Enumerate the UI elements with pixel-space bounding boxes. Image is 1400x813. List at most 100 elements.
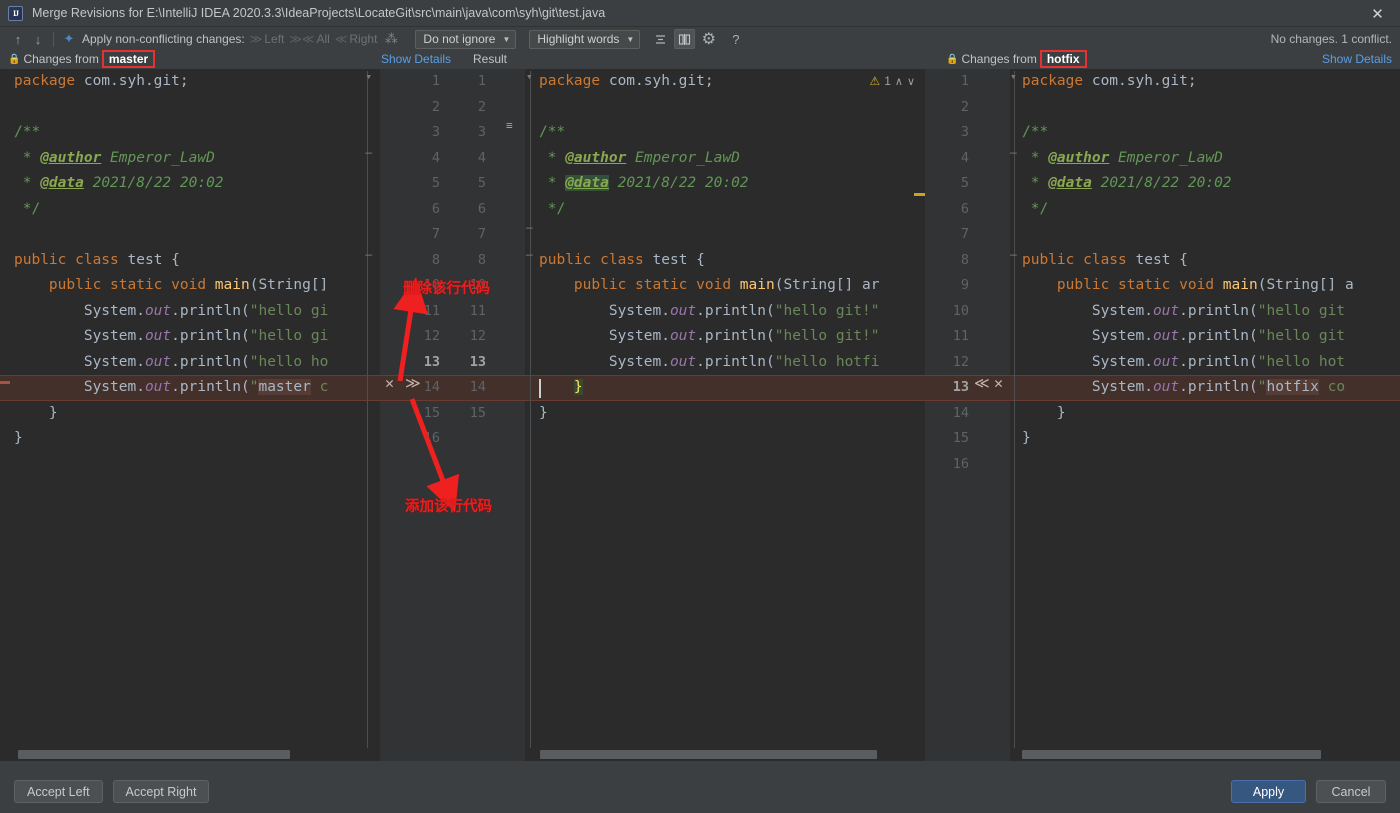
code-line: /** bbox=[14, 120, 328, 146]
intellij-logo-icon: IJ bbox=[8, 5, 23, 21]
fold-marker-icon[interactable]: ▾ bbox=[1010, 70, 1017, 83]
code-token: out bbox=[1152, 379, 1180, 395]
code-token: public static void bbox=[573, 277, 740, 293]
result-hscroll-thumb[interactable] bbox=[540, 750, 877, 759]
left-changes-from-label: Changes from bbox=[23, 52, 99, 66]
apply-all-label: All bbox=[316, 32, 330, 46]
code-line: public class test { bbox=[14, 248, 328, 274]
fold-marker-icon[interactable]: ▾ bbox=[526, 70, 533, 83]
line-number: 1 bbox=[477, 73, 486, 89]
next-warning-icon[interactable]: ∨ bbox=[907, 75, 915, 88]
code-line: * @author Emperor_LawD bbox=[14, 146, 328, 172]
left-pane-line-numbers: 1 2 3 4 5 6 7 8 10 11 12 13 14 15 16 bbox=[402, 69, 440, 452]
left-result-gutter: 1 2 3 4 5 6 7 8 10 11 12 13 14 15 16 1 2 3 4 5 6 7 8 10 11 12 13 1… bbox=[380, 69, 525, 761]
code-line: * @data 2021/8/22 20:02 bbox=[1022, 171, 1354, 197]
code-token: } bbox=[539, 404, 548, 421]
line-number: 15 bbox=[469, 404, 486, 421]
revert-left-change-icon[interactable]: ✕ bbox=[385, 374, 394, 392]
right-code-text: package com.syh.git; /** * @author Emper… bbox=[1022, 69, 1354, 452]
result-show-details-link[interactable]: Show Details bbox=[381, 49, 451, 69]
fold-marker-icon[interactable]: ─ bbox=[1010, 147, 1017, 160]
gear-icon[interactable]: ⚙ bbox=[698, 29, 719, 49]
result-fold-rail bbox=[530, 71, 531, 759]
right-show-details-link[interactable]: Show Details bbox=[1322, 49, 1392, 69]
code-token: main bbox=[739, 277, 775, 293]
line-number: 16 bbox=[952, 455, 969, 472]
fold-marker-icon[interactable]: ─ bbox=[365, 147, 372, 160]
code-token: out bbox=[144, 353, 172, 370]
fold-marker-icon[interactable]: ─ bbox=[526, 249, 533, 262]
code-line: } bbox=[539, 401, 880, 427]
fold-marker-icon[interactable]: ▾ bbox=[365, 70, 372, 83]
code-token: Emperor_LawD bbox=[1109, 149, 1223, 166]
merge-revisions-window: IJ Merge Revisions for E:\IntelliJ IDEA … bbox=[0, 0, 1400, 813]
code-line: /** bbox=[539, 120, 880, 146]
line-number: 6 bbox=[960, 200, 969, 217]
code-token: } bbox=[1022, 404, 1066, 421]
apply-left-button[interactable]: ≫ Left bbox=[250, 32, 285, 46]
show-diff-in-columns-icon[interactable] bbox=[674, 29, 696, 49]
code-token: System. bbox=[539, 328, 670, 344]
line-number: 13 bbox=[469, 353, 486, 370]
previous-warning-icon[interactable]: ∧ bbox=[895, 75, 903, 88]
apply-right-button[interactable]: ≪ Right bbox=[335, 32, 378, 46]
code-token: out bbox=[144, 328, 172, 344]
ignore-policy-select[interactable]: Do not ignore ▼ bbox=[415, 29, 517, 49]
code-token: Emperor_LawD bbox=[101, 149, 215, 166]
accept-left-button[interactable]: Accept Left bbox=[14, 780, 103, 803]
code-token: System. bbox=[539, 353, 670, 370]
code-token: (String[] ar bbox=[774, 277, 880, 293]
apply-right-change-icon[interactable]: ≪ bbox=[974, 374, 990, 392]
accept-right-button[interactable]: Accept Right bbox=[112, 780, 210, 803]
code-token: out bbox=[669, 328, 697, 344]
chevron-down-icon: ▼ bbox=[626, 34, 635, 44]
code-token: * bbox=[539, 149, 566, 166]
revert-right-change-icon[interactable]: ✕ bbox=[994, 374, 1003, 392]
right-branch-name: hotfix bbox=[1039, 50, 1087, 68]
code-token: @data bbox=[565, 175, 609, 191]
apply-right-chevron-icon: ≪ bbox=[334, 32, 348, 46]
code-line: */ bbox=[539, 197, 880, 223]
result-editor-pane[interactable]: package com.syh.git; /** * @author Emper… bbox=[525, 69, 925, 761]
result-label: Result bbox=[473, 52, 508, 66]
resolve-import-conflicts-icon[interactable]: ⁂ bbox=[381, 29, 401, 49]
close-icon[interactable]: ✕ bbox=[1355, 0, 1400, 27]
right-hscroll-thumb[interactable] bbox=[1022, 750, 1321, 759]
fold-marker-icon[interactable]: ─ bbox=[365, 249, 372, 262]
cancel-button[interactable]: Cancel bbox=[1316, 780, 1386, 803]
code-token: } bbox=[14, 404, 58, 421]
delete-line-annotation: 删除该行代码 bbox=[403, 281, 490, 297]
code-token: */ bbox=[14, 200, 41, 217]
help-icon[interactable]: ? bbox=[725, 29, 746, 49]
line-number: 12 bbox=[423, 328, 440, 344]
code-line: System.out.println("hello git!" bbox=[539, 324, 880, 350]
apply-left-change-icon[interactable]: ≫ bbox=[405, 374, 421, 392]
collapse-unchanged-icon[interactable] bbox=[650, 29, 671, 49]
code-line: System.out.println("master c bbox=[14, 375, 328, 401]
code-token: public static void bbox=[1056, 277, 1223, 293]
line-number: 3 bbox=[477, 124, 486, 140]
next-difference-icon[interactable]: ↓ bbox=[28, 29, 48, 49]
code-token: @data bbox=[40, 175, 84, 191]
magic-resolve-icon[interactable]: ✦ bbox=[59, 29, 79, 49]
code-token: System. bbox=[14, 379, 145, 395]
left-hscroll-thumb[interactable] bbox=[18, 750, 290, 759]
fold-marker-icon[interactable]: ─ bbox=[526, 222, 533, 235]
apply-all-button[interactable]: ≫≪ All bbox=[289, 32, 329, 46]
apply-button[interactable]: Apply bbox=[1231, 780, 1306, 803]
highlight-policy-select[interactable]: Highlight words ▼ bbox=[529, 29, 641, 49]
code-token: @author bbox=[40, 149, 102, 166]
previous-difference-icon[interactable]: ↑ bbox=[8, 29, 28, 49]
code-token: .println( bbox=[1179, 353, 1258, 370]
fold-marker-icon[interactable]: ─ bbox=[1010, 249, 1017, 262]
line-number: 5 bbox=[477, 175, 486, 191]
line-number: 7 bbox=[477, 226, 486, 242]
code-token: * bbox=[14, 149, 41, 166]
left-editor-pane[interactable]: package com.syh.git; /** * @author Emper… bbox=[0, 69, 380, 761]
code-token: System. bbox=[1022, 379, 1153, 395]
code-line: System.out.println("hello hotfi bbox=[539, 350, 880, 376]
inspection-widget[interactable]: ⚠ 1 ∧ ∨ bbox=[869, 74, 915, 88]
code-token: } bbox=[1022, 430, 1031, 446]
right-editor-pane[interactable]: package com.syh.git; /** * @author Emper… bbox=[1010, 69, 1400, 761]
